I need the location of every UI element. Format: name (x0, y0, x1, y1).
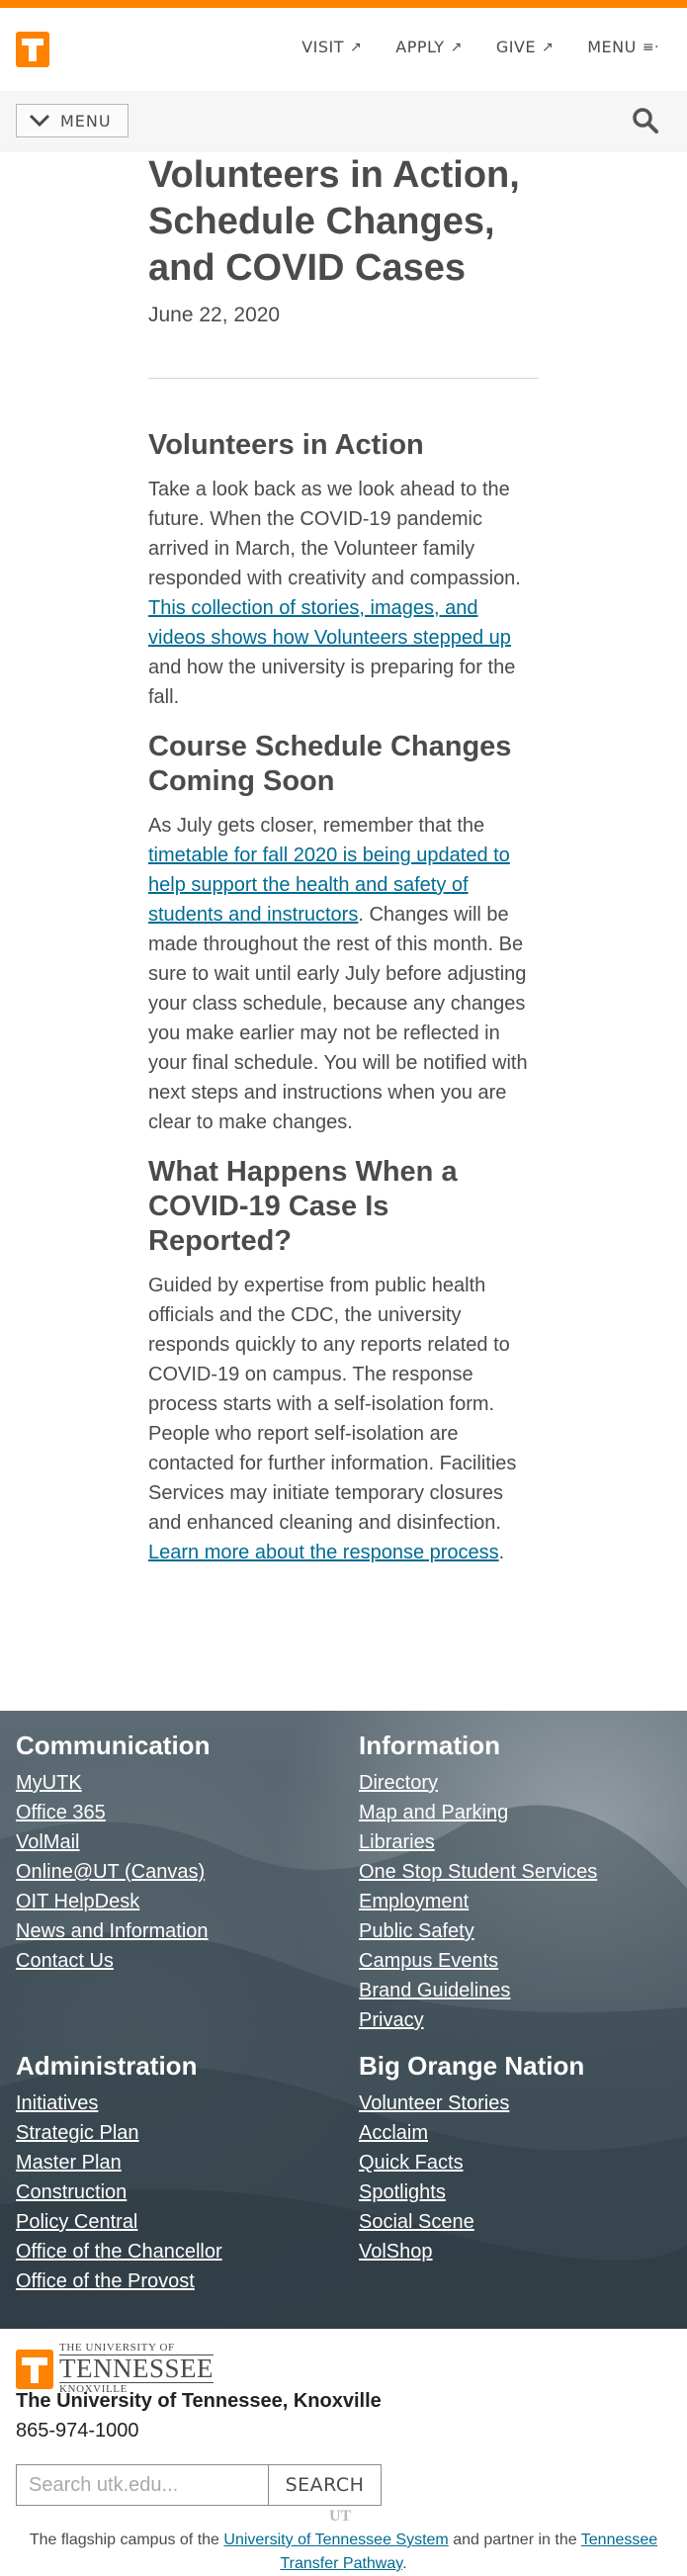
footer-link-map[interactable]: Map and Parking (359, 1802, 508, 1823)
phone-number: 865-974-1000 (16, 2420, 139, 2442)
footer-link-events[interactable]: Campus Events (359, 1950, 498, 1972)
footer-link-news[interactable]: News and Information (16, 1920, 209, 1942)
site-header: VISIT ↗ APPLY ↗ GIVE ↗ MENU ≡· (0, 8, 687, 91)
footer-link-quick-facts[interactable]: Quick Facts (359, 2152, 464, 2174)
footer-heading: Information (359, 1731, 500, 1760)
footer-link-safety[interactable]: Public Safety (359, 1920, 474, 1942)
external-arrow-icon: ↗ (541, 39, 555, 55)
footer-link-volunteer-stories[interactable]: Volunteer Stories (359, 2092, 509, 2114)
footer-tagline: The flagship campus of the University of… (29, 2532, 658, 2572)
footer-heading: Administration (16, 2051, 198, 2081)
divider (148, 378, 539, 379)
footer-link-contact[interactable]: Contact Us (16, 1950, 114, 1972)
footer-link-onestop[interactable]: One Stop Student Services (359, 1861, 597, 1883)
nav-menu[interactable]: MENU ≡· (587, 38, 659, 56)
footer-link-office365[interactable]: Office 365 (16, 1802, 106, 1823)
footer-link-construction[interactable]: Construction (16, 2181, 127, 2203)
footer-link-spotlights[interactable]: Spotlights (359, 2181, 446, 2203)
footer-link-master-plan[interactable]: Master Plan (16, 2152, 122, 2174)
menu-lines-icon: ≡· (642, 39, 659, 55)
section-menu-button[interactable]: MENU (16, 104, 129, 137)
site-bottom-bar: THE UNIVERSITY OF TENNESSEE KNOXVILLE Th… (0, 2329, 687, 2576)
footer-link-chancellor[interactable]: Office of the Chancellor (16, 2241, 222, 2263)
footer-link-volshop[interactable]: VolShop (359, 2241, 433, 2263)
footer-link-privacy[interactable]: Privacy (359, 2009, 424, 2031)
footer-heading: Communication (16, 1731, 211, 1760)
section-heading: Course Schedule Changes Coming Soon (148, 731, 512, 797)
power-t-icon (22, 39, 43, 61)
search-toggle-button[interactable] (632, 107, 659, 134)
section-paragraph: As July gets closer, remember that the t… (148, 815, 528, 1133)
chevron-down-icon (29, 114, 50, 128)
site-search-button[interactable]: SEARCH (269, 2464, 382, 2506)
section-heading: Volunteers in Action (148, 429, 424, 461)
section-menu-label: MENU (60, 111, 112, 131)
section-heading: What Happens When a COVID-19 Case Is Rep… (148, 1156, 458, 1257)
footer-communication: Communication MyUTK Office 365 VolMail O… (16, 1727, 332, 1976)
stories-link[interactable]: This collection of stories, images, and … (148, 597, 511, 649)
footer-link-acclaim[interactable]: Acclaim (359, 2122, 428, 2144)
footer-link-directory[interactable]: Directory (359, 1772, 438, 1794)
section-volunteers: Volunteers in Action Take a look back as… (148, 428, 539, 712)
footer-administration: Administration Initiatives Strategic Pla… (16, 2047, 332, 2296)
article-date: June 22, 2020 (148, 304, 281, 326)
site-search-input[interactable] (16, 2464, 269, 2506)
ut-system-mark: UT (329, 2508, 352, 2525)
ut-wordmark-logo[interactable]: THE UNIVERSITY OF TENNESSEE KNOXVILLE (16, 2343, 214, 2395)
footer-link-strategic-plan[interactable]: Strategic Plan (16, 2122, 139, 2144)
footer-link-provost[interactable]: Office of the Provost (16, 2270, 195, 2292)
section-covid: What Happens When a COVID-19 Case Is Rep… (148, 1155, 539, 1567)
footer-link-policy[interactable]: Policy Central (16, 2211, 137, 2233)
response-process-link[interactable]: Learn more about the response process (148, 1542, 499, 1563)
footer-link-helpdesk[interactable]: OIT HelpDesk (16, 1891, 139, 1912)
section-menu-bar: MENU (0, 91, 687, 152)
page-title: Volunteers in Action, Schedule Changes, … (148, 154, 520, 289)
site-search-form: SEARCH (16, 2464, 382, 2506)
nav-visit[interactable]: VISIT ↗ (301, 38, 362, 56)
site-footer: Communication MyUTK Office 365 VolMail O… (0, 1711, 687, 2329)
nav-apply[interactable]: APPLY ↗ (395, 38, 463, 56)
university-name: The University of Tennessee, Knoxville (16, 2390, 382, 2412)
footer-link-myutk[interactable]: MyUTK (16, 1772, 82, 1794)
power-t-icon (16, 2349, 53, 2389)
section-schedule: Course Schedule Changes Coming Soon As J… (148, 730, 539, 1137)
footer-link-initiatives[interactable]: Initiatives (16, 2092, 98, 2114)
top-nav: VISIT ↗ APPLY ↗ GIVE ↗ MENU ≡· (301, 38, 659, 56)
ut-system-link[interactable]: University of Tennessee System (223, 2532, 448, 2548)
nav-give[interactable]: GIVE ↗ (496, 38, 554, 56)
search-icon (633, 108, 658, 133)
wordmark-text: THE UNIVERSITY OF TENNESSEE KNOXVILLE (59, 2342, 214, 2395)
section-paragraph: Take a look back as we look ahead to the… (148, 479, 521, 708)
ut-logo-link[interactable] (16, 32, 49, 67)
article: Volunteers in Action, Schedule Changes, … (148, 152, 539, 1567)
section-paragraph: Guided by expertise from public health o… (148, 1275, 517, 1563)
external-arrow-icon: ↗ (450, 39, 463, 55)
footer-heading: Big Orange Nation (359, 2051, 585, 2081)
footer-link-canvas[interactable]: Online@UT (Canvas) (16, 1861, 205, 1883)
footer-link-brand[interactable]: Brand Guidelines (359, 1980, 510, 2001)
footer-link-volmail[interactable]: VolMail (16, 1831, 79, 1853)
footer-information: Information Directory Map and Parking Li… (359, 1727, 675, 2035)
footer-big-orange-nation: Big Orange Nation Volunteer Stories Accl… (359, 2047, 675, 2266)
footer-link-employment[interactable]: Employment (359, 1891, 469, 1912)
footer-link-libraries[interactable]: Libraries (359, 1831, 435, 1853)
footer-link-social-scene[interactable]: Social Scene (359, 2211, 474, 2233)
external-arrow-icon: ↗ (350, 39, 363, 55)
top-accent-bar (0, 0, 687, 8)
